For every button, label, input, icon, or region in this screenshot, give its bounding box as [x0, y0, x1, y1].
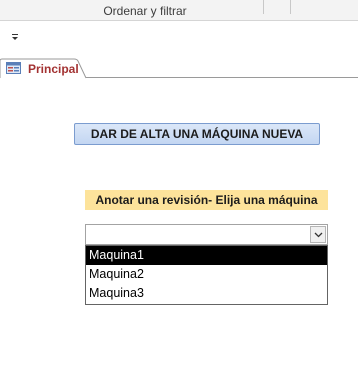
chevron-down-icon — [314, 232, 322, 237]
machine-dropdown-list: Maquina1 Maquina2 Maquina3 — [85, 245, 328, 305]
combo-dropdown-button[interactable] — [310, 226, 326, 243]
tab-label: Principal — [28, 62, 79, 76]
revision-label: Anotar una revisión- Elija una máquina — [85, 190, 328, 210]
machine-combo-box[interactable] — [85, 224, 328, 245]
customize-quick-access-icon — [12, 34, 18, 40]
ribbon-group-label: Ordenar y filtrar — [103, 4, 187, 18]
machine-option[interactable]: Maquina2 — [86, 265, 327, 284]
ribbon-group-strip: Ordenar y filtrar — [0, 0, 358, 21]
customize-quick-access-button[interactable] — [9, 31, 21, 43]
form-icon — [6, 62, 21, 74]
ribbon-separator — [290, 0, 291, 14]
add-machine-button[interactable]: DAR DE ALTA UNA MÁQUINA NUEVA — [74, 123, 320, 145]
tab-principal[interactable]: Principal — [0, 58, 87, 79]
machine-option[interactable]: Maquina3 — [86, 284, 327, 303]
machine-option[interactable]: Maquina1 — [86, 246, 327, 265]
